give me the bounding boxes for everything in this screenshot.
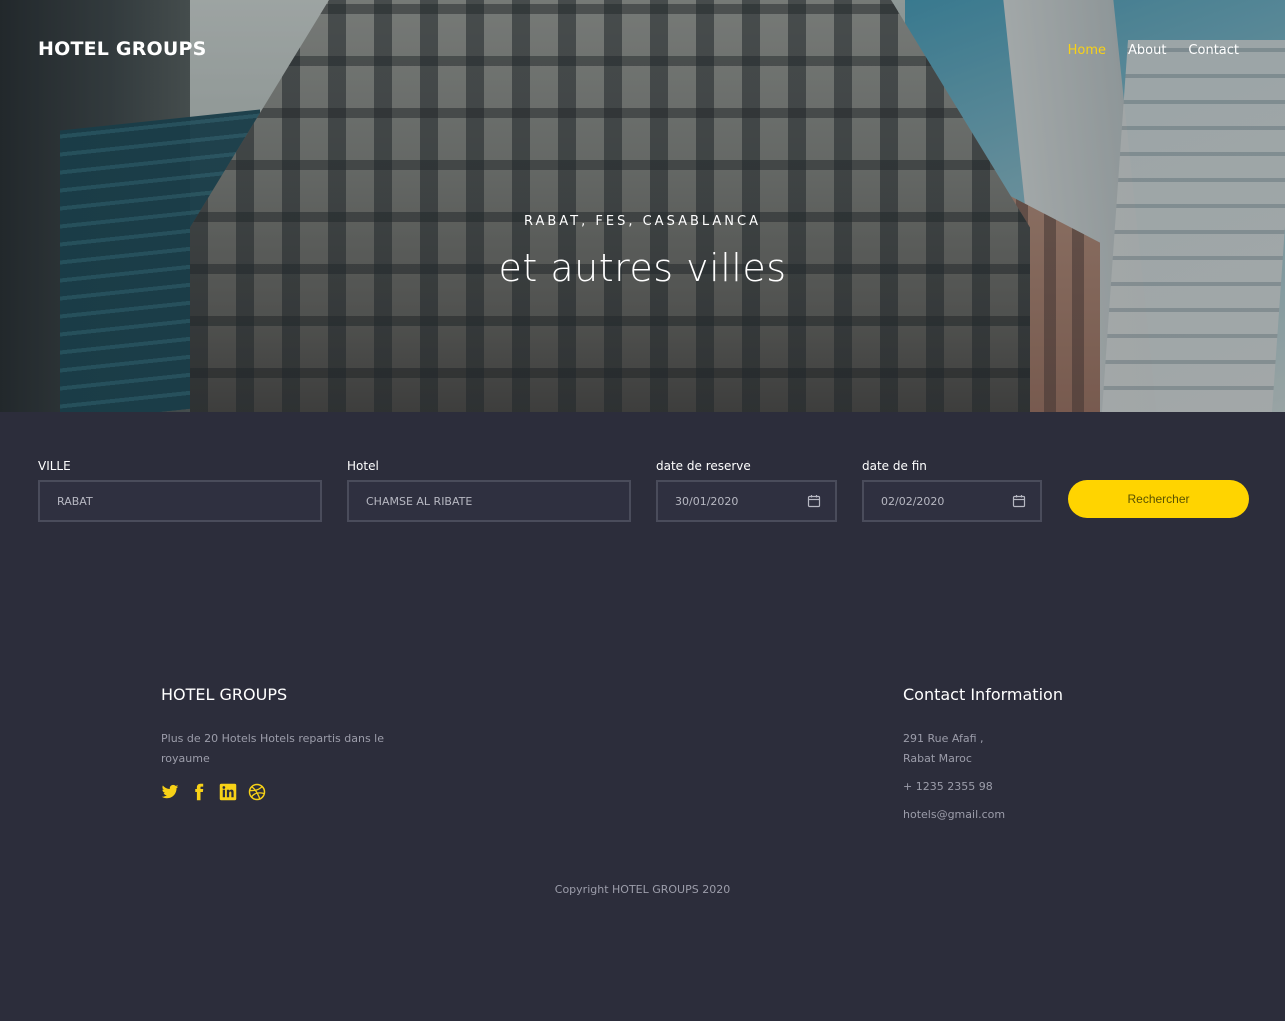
footer-about-title: HOTEL GROUPS <box>161 685 288 704</box>
footer-address: 291 Rue Afafi , Rabat Maroc <box>903 729 984 769</box>
hero-banner <box>0 0 1285 412</box>
social-links <box>161 783 266 801</box>
start-date-input[interactable]: 30/01/2020 <box>656 480 837 522</box>
footer-about-line: royaume <box>161 752 210 765</box>
footer-about-line: Plus de 20 Hotels Hotels repartis dans l… <box>161 732 384 745</box>
hero-overlay <box>0 0 1285 412</box>
main-nav: Home About Contact <box>1068 43 1239 58</box>
linkedin-icon[interactable] <box>219 783 237 801</box>
address-line: Rabat Maroc <box>903 752 972 765</box>
copyright-text: Copyright HOTEL GROUPS 2020 <box>554 883 731 896</box>
ville-select[interactable]: RABAT <box>38 480 322 522</box>
twitter-icon[interactable] <box>161 783 179 801</box>
footer-contact-title: Contact Information <box>903 685 1063 704</box>
nav-home[interactable]: Home <box>1068 43 1106 58</box>
start-date-value: 30/01/2020 <box>675 494 739 508</box>
hotel-label: Hotel <box>347 459 379 473</box>
nav-contact[interactable]: Contact <box>1188 43 1239 58</box>
end-date-value: 02/02/2020 <box>881 494 945 508</box>
hero-subtitle: RABAT, FES, CASABLANCA <box>523 214 762 229</box>
ville-value: RABAT <box>57 494 93 508</box>
end-date-label: date de fin <box>862 459 927 473</box>
end-date-input[interactable]: 02/02/2020 <box>862 480 1042 522</box>
footer-about-text: Plus de 20 Hotels Hotels repartis dans l… <box>161 729 384 769</box>
ville-label: VILLE <box>38 459 71 473</box>
dribbble-icon[interactable] <box>248 783 266 801</box>
brand-logo[interactable]: HOTEL GROUPS <box>38 38 207 60</box>
hotel-value: CHAMSE AL RIBATE <box>366 494 473 508</box>
search-button[interactable]: Rechercher <box>1068 480 1249 518</box>
calendar-icon[interactable] <box>1012 494 1026 508</box>
address-line: 291 Rue Afafi , <box>903 732 984 745</box>
hero-title: et autres villes <box>498 246 787 290</box>
hotel-select[interactable]: CHAMSE AL RIBATE <box>347 480 631 522</box>
footer-email[interactable]: hotels@gmail.com <box>903 805 1005 825</box>
nav-about[interactable]: About <box>1128 43 1166 58</box>
calendar-icon[interactable] <box>807 494 821 508</box>
footer-phone[interactable]: + 1235 2355 98 <box>903 777 993 797</box>
facebook-icon[interactable] <box>190 783 208 801</box>
start-date-label: date de reserve <box>656 459 751 473</box>
